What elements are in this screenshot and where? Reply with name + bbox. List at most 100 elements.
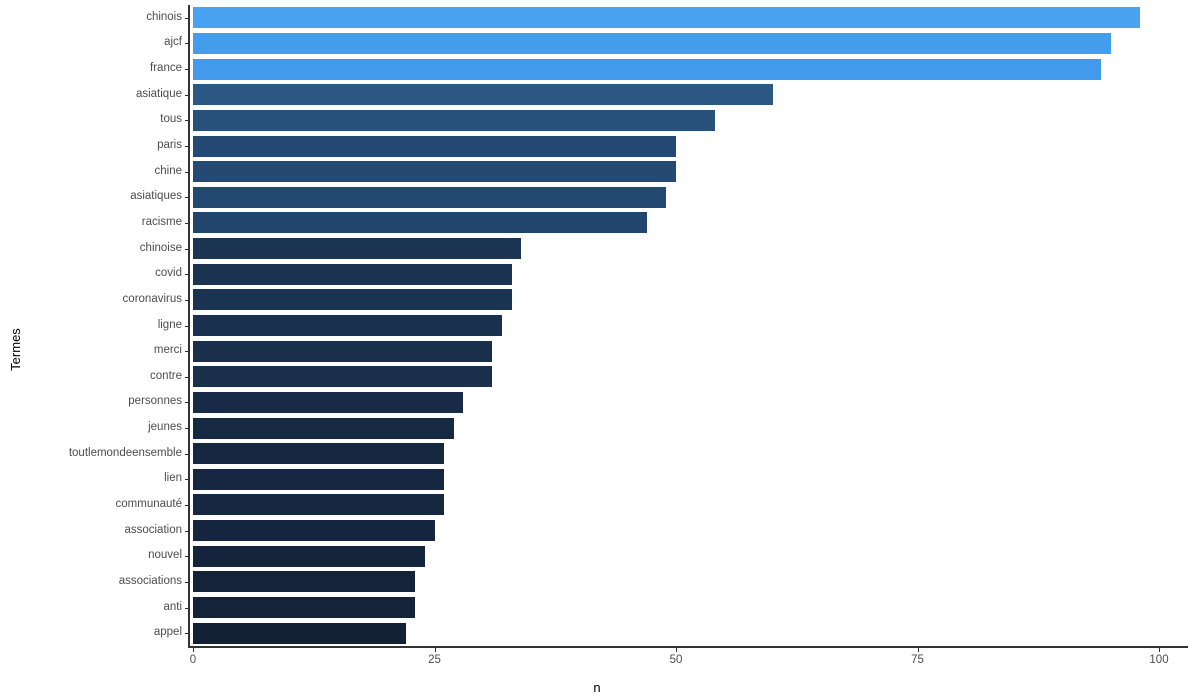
y-tick-mark [185,428,189,430]
y-tick-mark [185,581,189,583]
y-tick-label-anti: anti [163,600,182,613]
y-tick-label-france: france [150,62,182,75]
x-tick-label-75: 75 [911,654,924,666]
y-tick-mark [185,17,189,19]
y-tick-label-chinois: chinois [146,10,182,23]
bar-row [193,597,416,619]
x-tick-mark [917,648,919,652]
x-tick-mark [434,648,436,652]
y-tick-mark [185,504,189,506]
y-tick-mark [185,274,189,276]
bar-row [193,340,493,362]
bar-row [193,520,435,542]
y-tick-mark [185,402,189,404]
y-tick-label-toutlemondeensemble: toutlemondeensemble [68,446,182,459]
x-tick-label-25: 25 [428,654,441,666]
bar-ajcf [193,32,1111,54]
y-tick-label-tous: tous [160,113,182,126]
bar-nouvel [193,545,425,567]
y-tick-mark [185,197,189,199]
bar-row [193,161,676,183]
bar-row [193,7,1140,29]
bar-row [193,263,512,285]
y-tick-mark [185,530,189,532]
x-tick-label-100: 100 [1149,654,1169,666]
y-tick-label-associations: associations [118,574,182,587]
x-tick-mark [676,648,678,652]
y-tick-label-coronavirus: coronavirus [122,292,182,305]
y-tick-mark [185,633,189,635]
bar-association [193,520,435,542]
bar-asiatique [193,84,773,106]
y-tick-label-covid: covid [155,267,182,280]
bar-tous [193,109,715,131]
y-tick-mark [185,299,189,301]
bar-row [193,315,503,336]
y-tick-mark [185,479,189,481]
y-tick-label-asiatiques: asiatiques [130,190,182,203]
x-axis-title: n [0,680,1194,695]
bar-chinois [193,7,1140,29]
y-tick-label-asiatique: asiatique [135,87,182,100]
bar-row [193,212,648,234]
bar-row [193,186,667,208]
y-tick-label-chinoise: chinoise [139,241,182,254]
bar-paris [193,135,676,157]
y-tick-mark [185,248,189,250]
bar-row [193,391,464,413]
y-tick-mark [185,376,189,378]
plot-panel [193,5,1159,646]
bar-row [193,571,416,593]
y-tick-mark [185,607,189,609]
bar-contre [193,366,493,388]
y-tick-label-ligne: ligne [157,318,182,331]
y-tick-mark [185,556,189,558]
y-tick-label-appel: appel [153,626,182,639]
y-tick-mark [185,69,189,71]
bar-covid [193,263,512,285]
y-tick-label-merci: merci [153,344,182,357]
y-tick-mark [185,120,189,122]
y-tick-label-personnes: personnes [128,395,182,408]
bar-coronavirus [193,289,512,311]
bar-ligne [193,315,503,336]
y-tick-mark [185,222,189,224]
bar-chine [193,161,676,183]
y-tick-label-association: association [124,523,182,536]
x-axis-title-text: n [593,680,601,695]
bar-row [193,443,445,465]
bar-chart-plot: Termes chinois ajcf france asiatique tous par… [0,0,1194,698]
y-tick-mark [185,171,189,173]
bar-row [193,289,512,311]
bar-anti [193,597,416,619]
bar-toutlemondeensemble [193,443,445,465]
x-axis-line [188,646,1188,648]
x-tick-mark [1159,648,1161,652]
bar-row [193,32,1111,54]
y-tick-label-racisme: racisme [141,215,182,228]
bar-lien [193,468,445,490]
y-tick-label-chine: chine [154,164,183,177]
y-tick-label-jeunes: jeunes [148,421,182,434]
bar-row [193,58,1102,80]
y-tick-label-lien: lien [164,472,182,485]
y-tick-label-ajcf: ajcf [164,36,182,49]
bar-row [193,238,522,260]
bar-row [193,545,425,567]
bar-row [193,468,445,490]
x-tick-label-0: 0 [189,654,197,666]
y-tick-label-contre: contre [150,369,182,382]
bar-row [193,84,773,106]
bar-row [193,135,676,157]
bar-row [193,622,406,644]
x-tick-label-50: 50 [669,654,683,666]
bar-row [193,109,715,131]
x-tick-mark [193,648,195,652]
bar-appel [193,622,406,644]
bar-personnes [193,391,464,413]
bar-merci [193,340,493,362]
bar-associations [193,571,416,593]
bar-france [193,58,1102,80]
bar-jeunes [193,417,454,439]
y-tick-label-paris: paris [157,139,182,152]
